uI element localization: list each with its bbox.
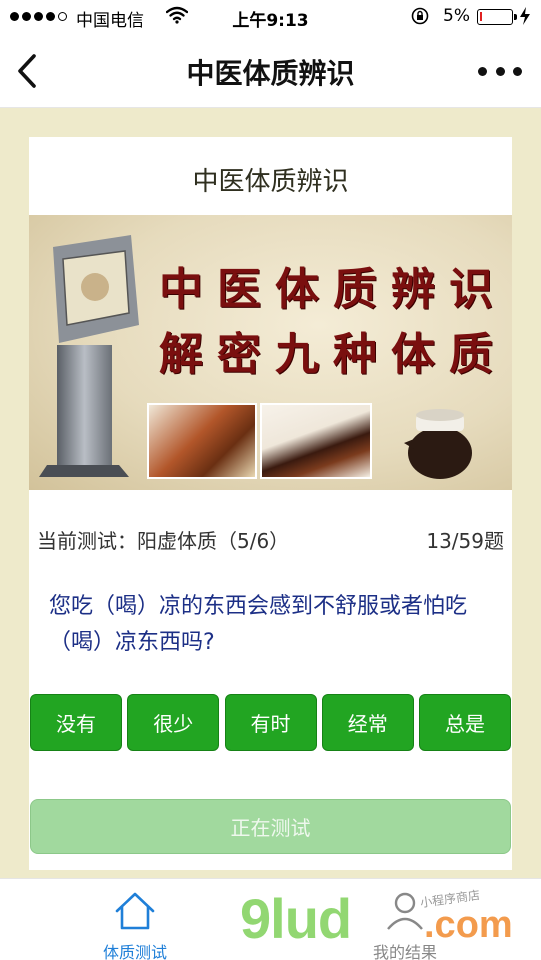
question-count: 13/59题 — [426, 529, 504, 553]
page-title: 中医体质辨识 — [186, 57, 355, 90]
banner-image: 中医体质辨识 解密九种体质 — [29, 215, 512, 490]
tab-my-results[interactable]: 我的结果 — [345, 879, 465, 960]
progress-row: 当前测试：阳虚体质（5/6） 13/59题 — [29, 525, 512, 555]
tab-label: 体质测试 — [102, 943, 167, 960]
herb-jar-illustration — [404, 409, 472, 479]
tea-photo — [260, 403, 372, 479]
status-bar: 中国电信 上午9:13 5% — [0, 0, 541, 34]
user-icon — [387, 892, 423, 930]
nav-bar: 中医体质辨识 — [0, 34, 541, 108]
tab-bar: 体质测试 我的结果 — [0, 878, 541, 960]
testing-status-button[interactable]: 正在测试 — [30, 799, 511, 854]
tab-label: 我的结果 — [372, 943, 437, 960]
banner-headline: 中医体质辨识 — [159, 264, 507, 315]
battery-level-fill — [480, 12, 482, 21]
tab-constitution-test[interactable]: 体质测试 — [80, 879, 190, 960]
option-button-always[interactable]: 总是 — [419, 694, 511, 751]
option-button-sometimes[interactable]: 有时 — [224, 694, 317, 751]
battery-icon — [477, 9, 517, 25]
home-icon — [115, 892, 155, 930]
rotation-lock-icon — [411, 7, 429, 25]
answer-options: 没有 很少 有时 经常 总是 — [30, 694, 511, 751]
chevron-left-icon[interactable] — [14, 52, 42, 90]
more-dots-icon[interactable] — [478, 56, 522, 86]
battery-percent: 5% — [443, 6, 470, 26]
question-text: 您吃（喝）凉的东西会感到不舒服或者怕吃（喝）凉东西吗? — [49, 594, 468, 655]
option-button-rarely[interactable]: 很少 — [127, 694, 220, 751]
card-title: 中医体质辨识 — [192, 167, 349, 197]
quiz-card: 中医体质辨识 中医体质辨识 解密九种体质 当前测试：阳虚体质（5/6） 13/5… — [29, 137, 512, 870]
charging-bolt-icon — [520, 7, 530, 25]
current-test-label: 当前测试：阳虚体质（5/6） — [37, 529, 290, 553]
herbs-photo — [147, 403, 257, 479]
option-button-often[interactable]: 经常 — [321, 694, 414, 751]
banner-subheadline: 解密九种体质 — [159, 329, 507, 380]
option-button-none[interactable]: 没有 — [30, 694, 122, 751]
kiosk-illustration — [39, 235, 139, 477]
